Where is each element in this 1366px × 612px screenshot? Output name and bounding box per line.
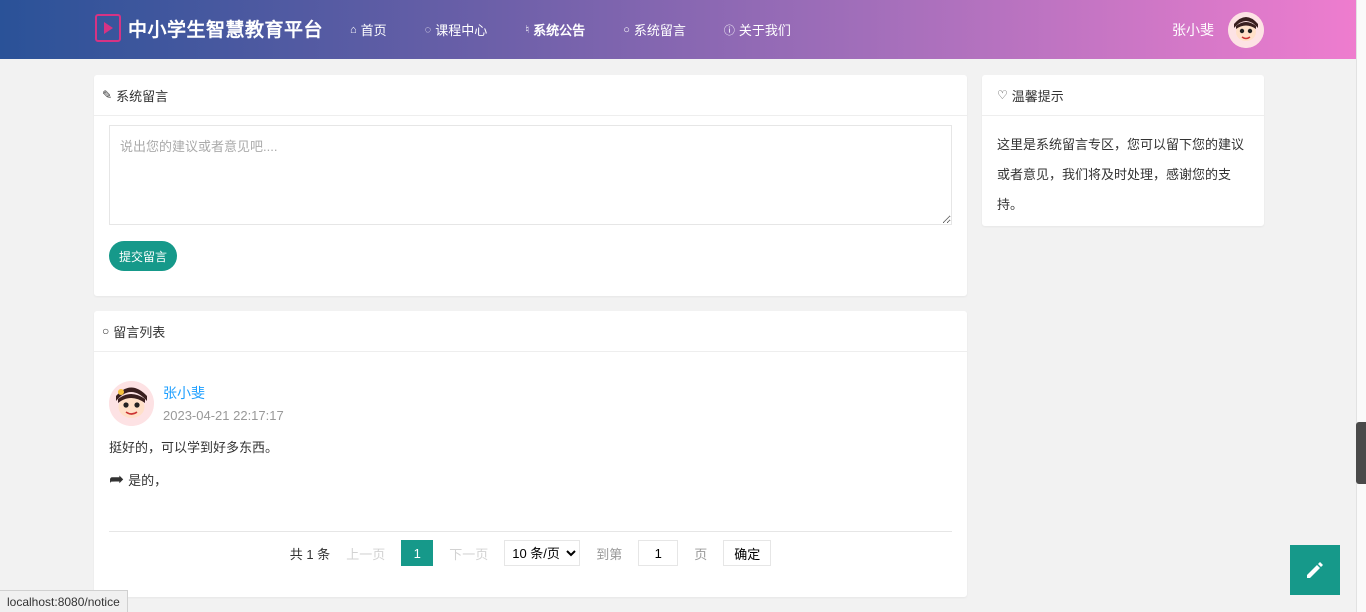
play-logo-icon [95,14,121,42]
goto-label: 到第 [596,546,623,562]
submit-message-button[interactable]: 提交留言 [109,241,177,271]
user-avatar[interactable] [1228,12,1264,48]
compose-title: 系统留言 [116,88,169,104]
nav-notice-label: 系统公告 [533,23,586,38]
nav-home-label: 首页 [360,23,387,38]
nav-home[interactable]: ⌂ 首页 [350,20,387,39]
floating-edit-button[interactable] [1290,545,1340,595]
prev-page-button[interactable]: 上一页 [346,544,385,563]
heart-icon: ♡ [997,88,1008,102]
message-avatar [109,381,154,426]
status-bar-url: localhost:8080/notice [0,590,128,612]
main-nav: ⌂ 首页 ◌ 课程中心 ♮ 系统公告 ○ 系统留言 ⓘ 关于我们 [350,0,829,59]
edit-icon: ✎ [102,88,113,102]
message-author[interactable]: 张小斐 [163,383,205,403]
tip-title: 温馨提示 [1011,88,1064,104]
goto-page-input[interactable] [638,540,679,566]
bell-icon: ♮ [525,24,530,36]
nav-about-label: 关于我们 [738,23,791,38]
page-size-select[interactable]: 10 条/页 [504,540,581,566]
nav-courses-label: 课程中心 [435,23,488,38]
message-textarea[interactable] [109,125,952,225]
message-list-card: ○ 留言列表 张小斐 2023-04-21 22:17:17 挺好的，可以学到好… [94,311,967,597]
compose-card: ✎ 系统留言 提交留言 [94,75,967,296]
next-page-button[interactable]: 下一页 [449,544,488,563]
leaf-icon: ◌ [424,23,432,36]
page-scrollbar[interactable] [1356,0,1366,612]
share-arrow-icon: ➦ [109,469,125,489]
nav-notice[interactable]: ♮ 系统公告 [525,20,585,39]
tip-text: 这里是系统留言专区，您可以留下您的建议或者意见，我们将及时处理，感谢您的支持。 [997,137,1245,212]
brand-title: 中小学生智慧教育平台 [128,19,324,41]
current-page[interactable]: 1 [401,540,434,566]
pager-divider [109,531,952,532]
pagination: 共 1 条 上一页 1 下一页 10 条/页 到第 页 确定 [94,540,967,566]
scrollbar-thumb[interactable] [1356,422,1366,484]
compose-card-header: ✎ 系统留言 [94,75,967,116]
user-name[interactable]: 张小斐 [1172,20,1214,40]
goto-confirm-button[interactable]: 确定 [723,540,772,566]
comments-icon: ○ [623,23,630,36]
cartoon-avatar-icon [1228,12,1264,48]
message-content: 挺好的，可以学到好多东西。 [109,440,279,455]
page-unit-label: 页 [694,546,708,562]
message-list-header: ○ 留言列表 [94,311,967,352]
message-time: 2023-04-21 22:17:17 [163,408,284,423]
pager-total: 共 1 条 [289,546,331,562]
nav-courses[interactable]: ◌ 课程中心 [425,20,488,39]
home-icon: ⌂ [350,23,357,36]
cartoon-avatar-icon [109,381,154,426]
reply-text: 是的， [128,473,168,488]
nav-about[interactable]: ⓘ 关于我们 [724,20,791,39]
nav-messages-label: 系统留言 [633,23,686,38]
info-icon: ⓘ [723,24,735,37]
message-list-title: 留言列表 [113,324,166,340]
pencil-icon [1307,562,1323,578]
tip-card: ♡ 温馨提示 这里是系统留言专区，您可以留下您的建议或者意见，我们将及时处理，感… [982,75,1264,226]
tip-card-header: ♡ 温馨提示 [982,75,1264,116]
user-menu[interactable]: 张小斐 [1172,12,1264,48]
message-reply: ➦ 是的， [109,469,167,490]
nav-messages[interactable]: ○ 系统留言 [623,20,686,39]
top-navbar: 中小学生智慧教育平台 ⌂ 首页 ◌ 课程中心 ♮ 系统公告 ○ 系统留言 ⓘ 关… [0,0,1366,59]
comments-icon: ○ [102,324,110,338]
brand[interactable]: 中小学生智慧教育平台 [95,14,323,42]
